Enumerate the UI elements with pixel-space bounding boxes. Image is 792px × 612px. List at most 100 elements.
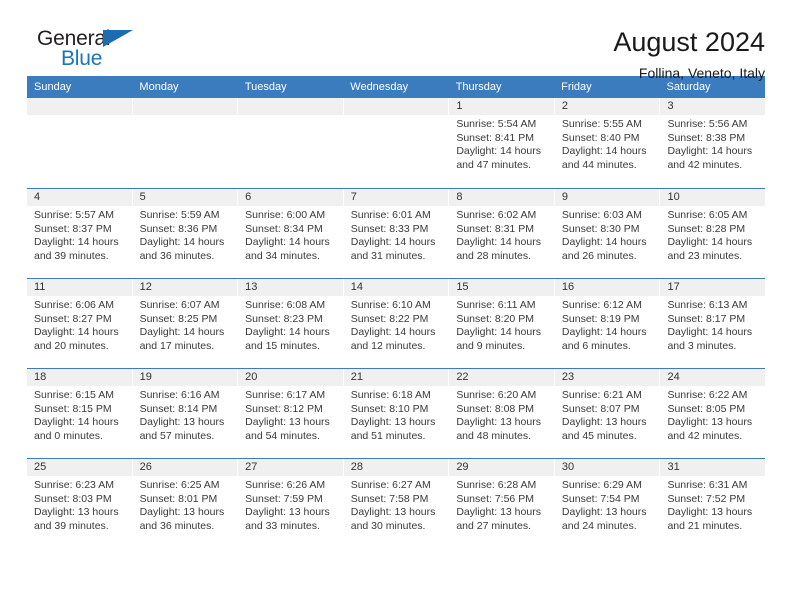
day-number	[238, 98, 343, 115]
sunrise-text: Sunrise: 5:55 AM	[561, 118, 642, 130]
sunrise-text: Sunrise: 6:15 AM	[34, 389, 114, 401]
sunset-text: Sunset: 8:07 PM	[561, 402, 640, 415]
calendar-day-cell[interactable]: 28 Sunrise: 6:27 AM Sunset: 7:58 PM Dayligh…	[343, 459, 450, 548]
calendar-day-cell[interactable]: 27 Sunrise: 6:26 AM Sunset: 7:59 PM Dayligh…	[238, 459, 344, 548]
weekday-header-wednesday: Wednesday	[350, 81, 409, 93]
daylight-text-line1: Daylight: 14 hours	[561, 236, 647, 249]
weekday-header-thursday: Thursday	[455, 81, 502, 93]
calendar-day-cell[interactable]: 11 Sunrise: 6:06 AM Sunset: 8:27 PM Dayligh…	[27, 279, 133, 368]
calendar-day-cell[interactable]: 5 Sunrise: 5:59 AM Sunset: 8:36 PM Daylight…	[132, 189, 239, 278]
calendar-day-cell[interactable]: 1 Sunrise: 5:54 AM Sunset: 8:41 PM Daylight…	[449, 98, 555, 188]
sunset-text: Sunset: 8:01 PM	[139, 492, 218, 505]
calendar-day-cell[interactable]: 13 Sunrise: 6:08 AM Sunset: 8:23 PM Dayligh…	[238, 279, 344, 368]
day-details: Sunrise: 5:54 AM Sunset: 8:41 PM Daylight:…	[449, 115, 554, 172]
daylight-text-line1: Daylight: 14 hours	[456, 145, 541, 158]
calendar-day-cell[interactable]: 4 Sunrise: 5:57 AM Sunset: 8:37 PM Daylight…	[27, 189, 133, 278]
calendar-day-cell-empty	[343, 98, 450, 188]
generalblue-logo[interactable]: General Blue	[27, 26, 147, 80]
daylight-text-line1: Daylight: 14 hours	[139, 236, 225, 249]
weekday-header-friday: Friday	[561, 81, 592, 93]
day-number: 29	[449, 459, 554, 476]
sunrise-text: Sunrise: 6:05 AM	[667, 209, 748, 221]
day-number: 8	[449, 189, 554, 206]
daylight-text-line2: and 47 minutes.	[456, 158, 532, 171]
daylight-text-line1: Daylight: 14 hours	[245, 326, 330, 339]
calendar-week-row: 4 Sunrise: 5:57 AM Sunset: 8:37 PM Daylight…	[27, 188, 766, 278]
day-details: Sunrise: 6:00 AM Sunset: 8:34 PM Daylight:…	[238, 206, 343, 263]
daylight-text-line2: and 42 minutes.	[667, 158, 743, 171]
daylight-text-line1: Daylight: 14 hours	[561, 145, 647, 158]
calendar-day-cell[interactable]: 26 Sunrise: 6:25 AM Sunset: 8:01 PM Dayligh…	[132, 459, 239, 548]
day-details: Sunrise: 6:13 AM Sunset: 8:17 PM Daylight:…	[660, 296, 765, 353]
sunrise-text: Sunrise: 6:23 AM	[34, 479, 114, 491]
calendar-page: General Blue August 2024 Follina, Veneto…	[0, 0, 792, 612]
sunrise-text: Sunrise: 5:54 AM	[456, 118, 537, 130]
daylight-text-line2: and 39 minutes.	[34, 249, 109, 262]
sunset-text: Sunset: 8:31 PM	[456, 222, 534, 235]
sunset-text: Sunset: 7:59 PM	[245, 492, 323, 505]
daylight-text-line1: Daylight: 14 hours	[561, 326, 647, 339]
calendar-day-cell[interactable]: 25 Sunrise: 6:23 AM Sunset: 8:03 PM Dayligh…	[27, 459, 133, 548]
calendar-day-cell[interactable]: 2 Sunrise: 5:55 AM Sunset: 8:40 PM Daylight…	[554, 98, 661, 188]
calendar-day-cell[interactable]: 15 Sunrise: 6:11 AM Sunset: 8:20 PM Dayligh…	[449, 279, 555, 368]
day-details: Sunrise: 6:29 AM Sunset: 7:54 PM Daylight:…	[555, 476, 660, 533]
calendar-day-cell[interactable]: 22 Sunrise: 6:20 AM Sunset: 8:08 PM Dayligh…	[449, 369, 555, 458]
sunset-text: Sunset: 8:30 PM	[561, 222, 640, 235]
calendar-day-cell[interactable]: 18 Sunrise: 6:15 AM Sunset: 8:15 PM Dayligh…	[27, 369, 133, 458]
day-details: Sunrise: 6:26 AM Sunset: 7:59 PM Daylight:…	[238, 476, 343, 533]
calendar-day-cell[interactable]: 14 Sunrise: 6:10 AM Sunset: 8:22 PM Dayligh…	[343, 279, 450, 368]
weekday-header-saturday: Saturday	[666, 81, 711, 93]
sunset-text: Sunset: 8:15 PM	[34, 402, 112, 415]
daylight-text-line1: Daylight: 14 hours	[350, 326, 436, 339]
calendar-day-cell[interactable]: 21 Sunrise: 6:18 AM Sunset: 8:10 PM Dayligh…	[343, 369, 450, 458]
sunset-text: Sunset: 8:28 PM	[667, 222, 746, 235]
daylight-text-line2: and 45 minutes.	[561, 429, 637, 442]
day-details: Sunrise: 6:08 AM Sunset: 8:23 PM Daylight:…	[238, 296, 343, 353]
day-number: 1	[449, 98, 554, 115]
day-details: Sunrise: 6:01 AM Sunset: 8:33 PM Daylight:…	[344, 206, 449, 263]
calendar-day-cell[interactable]: 6 Sunrise: 6:00 AM Sunset: 8:34 PM Daylight…	[238, 189, 344, 278]
daylight-text-line1: Daylight: 13 hours	[561, 416, 647, 429]
day-number: 18	[27, 369, 132, 386]
daylight-text-line1: Daylight: 13 hours	[139, 416, 225, 429]
calendar-day-cell[interactable]: 3 Sunrise: 5:56 AM Sunset: 8:38 PM Daylight…	[660, 98, 766, 188]
day-details: Sunrise: 6:06 AM Sunset: 8:27 PM Daylight:…	[27, 296, 132, 353]
calendar-day-cell[interactable]: 16 Sunrise: 6:12 AM Sunset: 8:19 PM Dayligh…	[554, 279, 661, 368]
daylight-text-line2: and 33 minutes.	[245, 519, 320, 532]
calendar-day-cell[interactable]: 29 Sunrise: 6:28 AM Sunset: 7:56 PM Dayligh…	[449, 459, 555, 548]
calendar-day-cell[interactable]: 17 Sunrise: 6:13 AM Sunset: 8:17 PM Dayligh…	[660, 279, 766, 368]
daylight-text-line1: Daylight: 14 hours	[34, 326, 119, 339]
calendar-day-cell[interactable]: 31 Sunrise: 6:31 AM Sunset: 7:52 PM Dayligh…	[660, 459, 766, 548]
daylight-text-line2: and 36 minutes.	[139, 249, 215, 262]
calendar-day-cell[interactable]: 30 Sunrise: 6:29 AM Sunset: 7:54 PM Dayligh…	[554, 459, 661, 548]
sunrise-text: Sunrise: 6:00 AM	[245, 209, 326, 221]
daylight-text-line1: Daylight: 13 hours	[667, 506, 753, 519]
calendar-day-cell[interactable]: 12 Sunrise: 6:07 AM Sunset: 8:25 PM Dayligh…	[132, 279, 239, 368]
daylight-text-line1: Daylight: 14 hours	[667, 145, 753, 158]
day-details: Sunrise: 6:20 AM Sunset: 8:08 PM Daylight:…	[449, 386, 554, 443]
day-number: 11	[27, 279, 132, 296]
page-header: General Blue August 2024 Follina, Veneto…	[27, 0, 765, 81]
daylight-text-line1: Daylight: 14 hours	[456, 236, 541, 249]
calendar-day-cell[interactable]: 8 Sunrise: 6:02 AM Sunset: 8:31 PM Daylight…	[449, 189, 555, 278]
calendar-day-cell[interactable]: 24 Sunrise: 6:22 AM Sunset: 8:05 PM Dayligh…	[660, 369, 766, 458]
sunset-text: Sunset: 8:17 PM	[667, 312, 746, 325]
calendar-day-cell[interactable]: 23 Sunrise: 6:21 AM Sunset: 8:07 PM Dayligh…	[554, 369, 661, 458]
day-number: 31	[660, 459, 766, 476]
calendar-day-cell[interactable]: 10 Sunrise: 6:05 AM Sunset: 8:28 PM Dayligh…	[660, 189, 766, 278]
day-number: 21	[343, 369, 449, 386]
sunset-text: Sunset: 8:22 PM	[350, 312, 429, 325]
calendar-day-cell[interactable]: 19 Sunrise: 6:16 AM Sunset: 8:14 PM Dayligh…	[132, 369, 239, 458]
calendar-day-cell[interactable]: 7 Sunrise: 6:01 AM Sunset: 8:33 PM Daylight…	[343, 189, 450, 278]
daylight-text-line2: and 9 minutes.	[456, 339, 526, 352]
daylight-text-line1: Daylight: 13 hours	[350, 506, 436, 519]
day-details: Sunrise: 6:21 AM Sunset: 8:07 PM Daylight:…	[555, 386, 660, 443]
daylight-text-line2: and 36 minutes.	[139, 519, 215, 532]
calendar-day-cell[interactable]: 20 Sunrise: 6:17 AM Sunset: 8:12 PM Dayligh…	[238, 369, 344, 458]
logo-text-blue: Blue	[61, 47, 103, 70]
sunset-text: Sunset: 7:54 PM	[561, 492, 640, 505]
day-number: 5	[132, 189, 238, 206]
daylight-text-line1: Daylight: 14 hours	[34, 236, 119, 249]
calendar-day-cell[interactable]: 9 Sunrise: 6:03 AM Sunset: 8:30 PM Daylight…	[554, 189, 661, 278]
day-details: Sunrise: 6:05 AM Sunset: 8:28 PM Daylight:…	[660, 206, 765, 263]
